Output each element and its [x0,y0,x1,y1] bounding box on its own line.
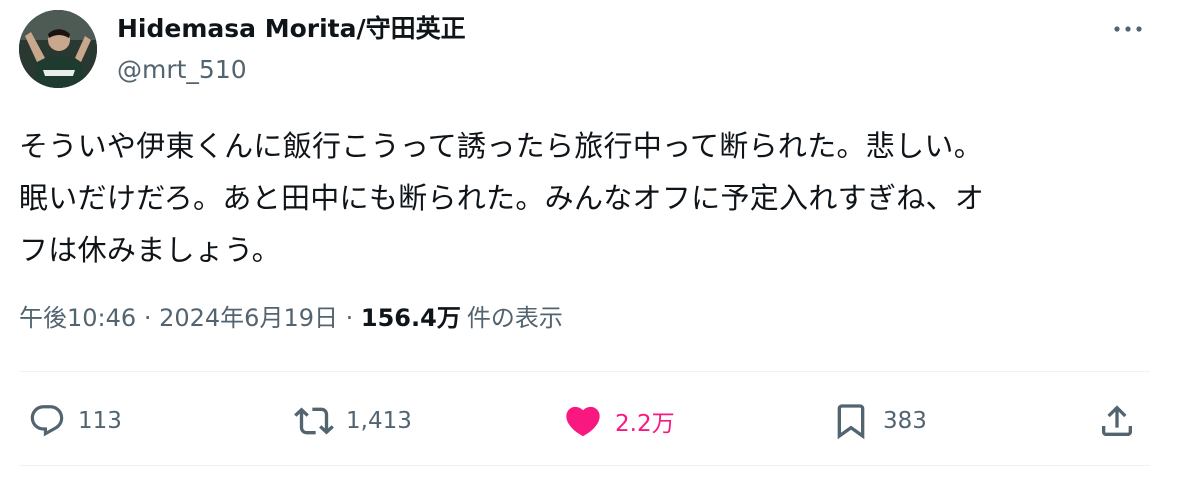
meta-separator: · [345,304,354,332]
divider [19,371,1150,372]
reply-button[interactable]: 113 [28,392,122,450]
tweet-time[interactable]: 午後10:46 [19,304,136,332]
views-label: 件の表示 [466,304,563,332]
divider [19,465,1150,466]
retweet-icon [294,407,334,435]
retweet-count: 1,413 [346,408,412,434]
share-icon [1102,405,1132,436]
bookmark-button[interactable]: 383 [831,392,927,450]
like-button[interactable]: 2.2万 [563,392,675,450]
tweet-date[interactable]: 2024年6月19日 [159,304,338,332]
action-bar: 113 1,413 2.2万 383 [0,392,1192,450]
tweet-meta: 午後10:46 · 2024年6月19日 · 156.4万 件の表示 [19,300,563,336]
heart-icon [566,406,600,437]
share-button[interactable] [1097,392,1137,450]
tweet-text: そういや伊東くんに飯行こうって誘ったら旅行中って断られた。悲しい。 眠いだけだろ… [19,129,985,267]
author-name[interactable]: Hidemasa Morita/守田英正 [117,14,466,44]
like-count: 2.2万 [615,411,675,437]
more-icon [1114,26,1142,32]
bookmark-icon [837,404,865,440]
reply-icon [30,405,64,437]
retweet-button[interactable]: 1,413 [294,392,412,450]
bookmark-count: 383 [883,408,927,434]
avatar[interactable] [19,10,97,88]
reply-count: 113 [78,408,122,434]
profile-photo-icon [19,10,97,88]
tweet-card: Hidemasa Morita/守田英正 @mrt_510 そういや伊東くんに飯… [0,0,1192,478]
views-count[interactable]: 156.4万 [361,304,461,332]
more-options-button[interactable] [1106,14,1150,44]
author-handle[interactable]: @mrt_510 [117,55,247,85]
meta-separator: · [143,304,152,332]
